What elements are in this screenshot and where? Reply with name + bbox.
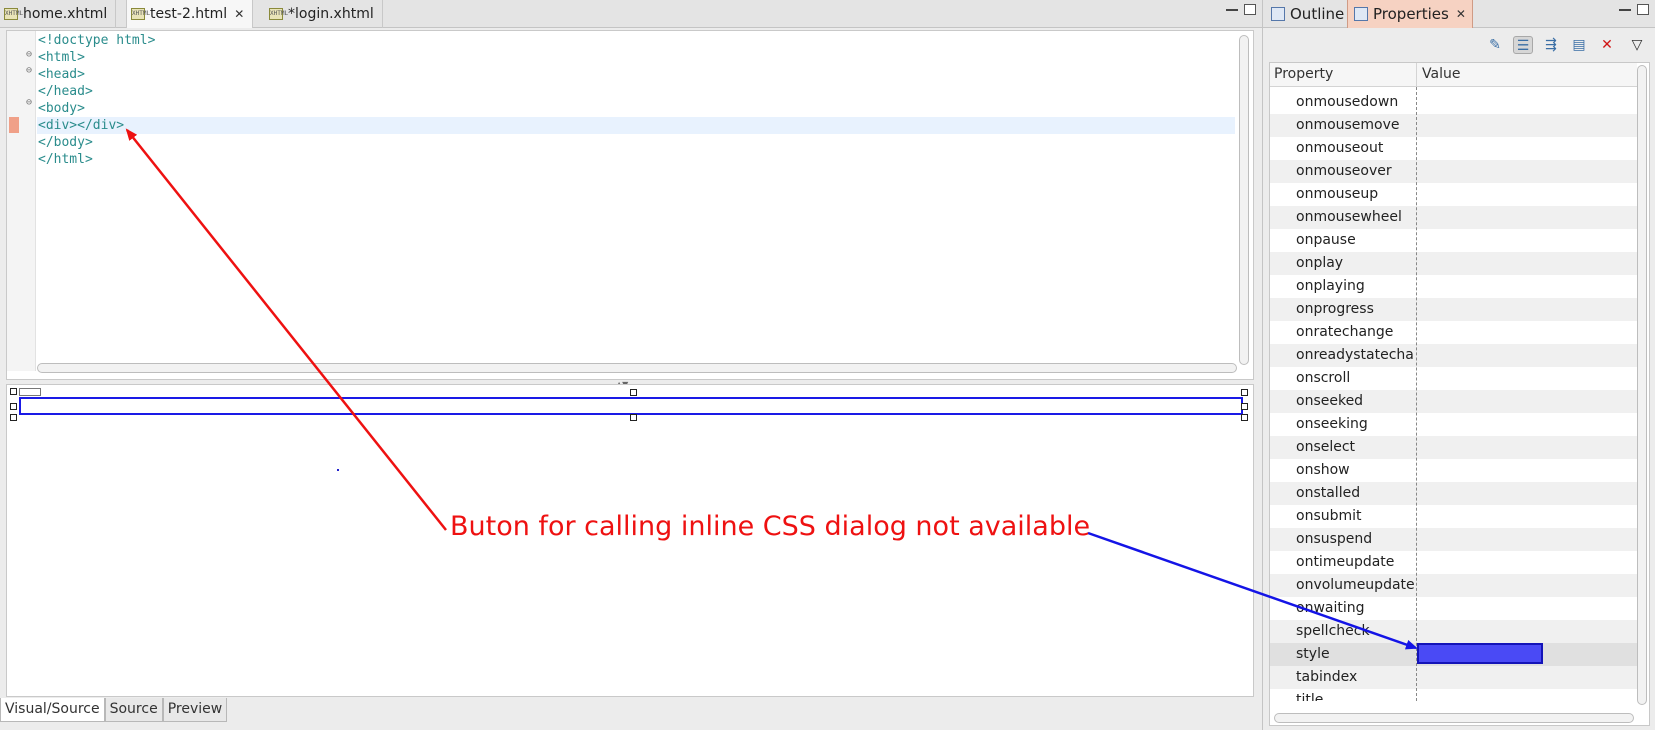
blue-arrow bbox=[1087, 531, 1418, 650]
annotation-arrows bbox=[125, 128, 1418, 650]
red-arrow bbox=[125, 128, 447, 531]
annotation-label: Buton for calling inline CSS dialog not … bbox=[450, 511, 1091, 542]
